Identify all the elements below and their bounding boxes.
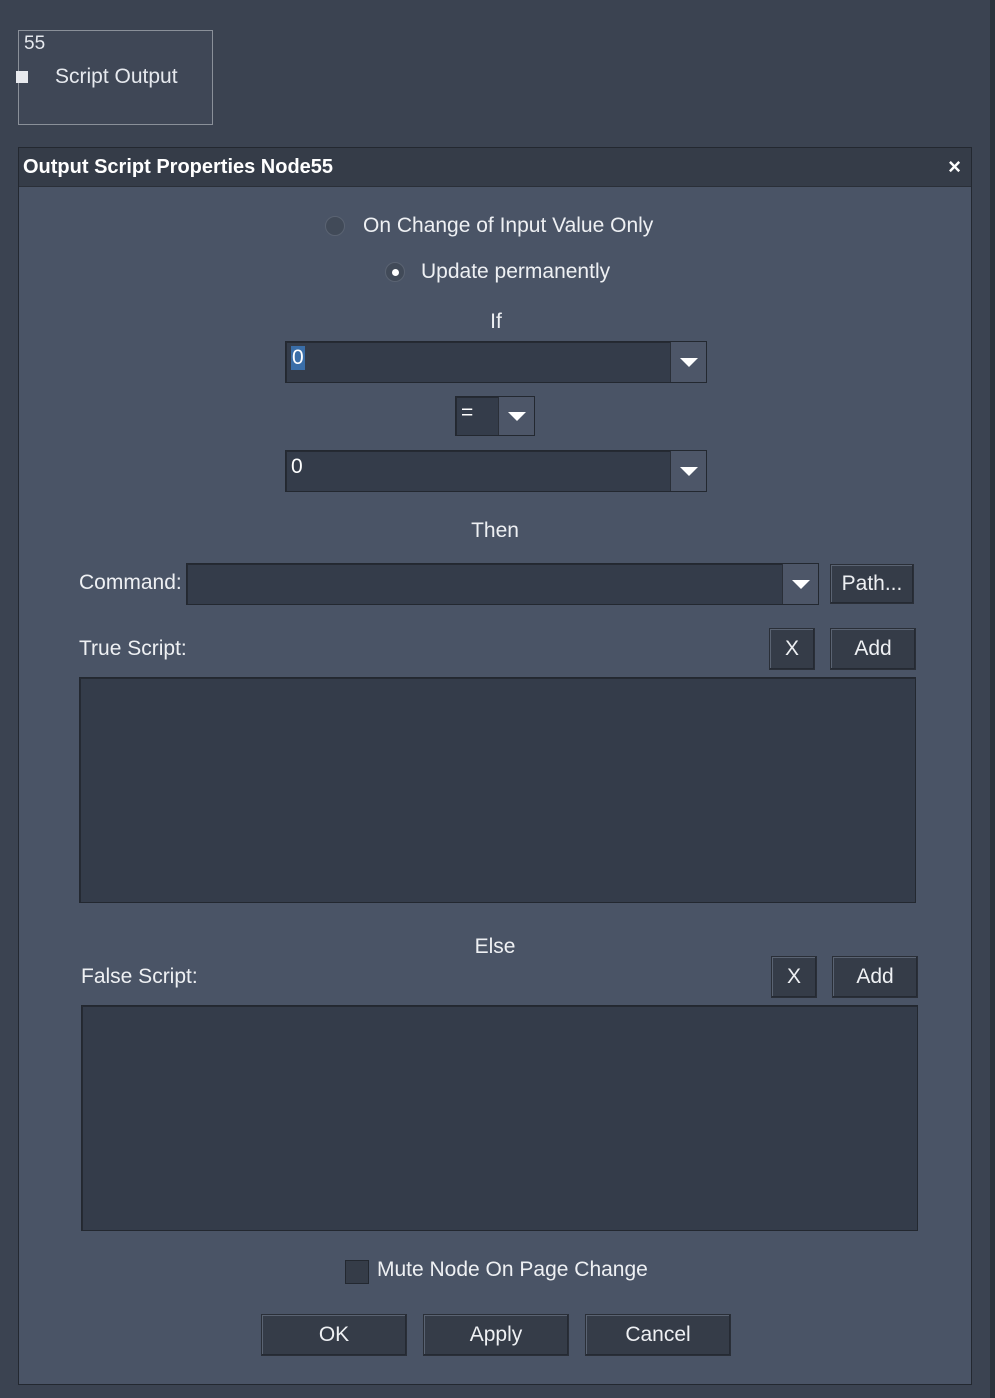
radio-on-change-label[interactable]: On Change of Input Value Only (363, 214, 653, 238)
chevron-down-icon[interactable] (670, 451, 706, 491)
if-label: If (490, 310, 502, 333)
dialog-title: Output Script Properties Node55 (23, 156, 334, 178)
operator-combo[interactable]: = (455, 396, 535, 436)
operator-value[interactable]: = (461, 401, 473, 425)
else-label: Else (474, 935, 516, 958)
close-icon[interactable]: × (948, 154, 961, 180)
true-script-textarea[interactable] (79, 677, 916, 903)
radio-update-permanently-label[interactable]: Update permanently (421, 260, 610, 284)
chevron-down-icon[interactable] (782, 564, 818, 604)
window-edge (990, 0, 995, 1398)
true-script-add-button[interactable]: Add (830, 628, 916, 670)
command-combo[interactable] (186, 563, 819, 605)
path-button[interactable]: Path... (830, 564, 914, 604)
radio-update-permanently[interactable] (385, 262, 405, 282)
true-script-label: True Script: (79, 637, 187, 660)
apply-button[interactable]: Apply (423, 1314, 569, 1356)
false-script-add-button[interactable]: Add (832, 956, 918, 998)
node-label: Script Output (55, 65, 178, 88)
mute-node-checkbox[interactable] (345, 1260, 369, 1284)
then-label: Then (471, 519, 519, 542)
node-id: 55 (24, 33, 46, 54)
ok-button[interactable]: OK (261, 1314, 407, 1356)
condition-right-value[interactable]: 0 (291, 455, 303, 479)
script-output-node[interactable]: 55 Script Output (16, 30, 213, 125)
chevron-down-icon[interactable] (670, 342, 706, 382)
false-script-label: False Script: (81, 965, 198, 988)
dialog-titlebar[interactable]: Output Script Properties Node55 × (19, 148, 971, 187)
false-script-clear-button[interactable]: X (771, 956, 817, 998)
false-script-textarea[interactable] (81, 1005, 918, 1231)
output-script-properties-dialog: Output Script Properties Node55 × On Cha… (18, 147, 972, 1385)
radio-on-change[interactable] (325, 216, 345, 236)
condition-left-value[interactable]: 0 (291, 346, 305, 370)
cancel-button[interactable]: Cancel (585, 1314, 731, 1356)
true-script-clear-button[interactable]: X (769, 628, 815, 670)
chevron-down-icon[interactable] (498, 397, 534, 435)
condition-right-combo[interactable]: 0 (285, 450, 707, 492)
mute-node-label[interactable]: Mute Node On Page Change (377, 1258, 648, 1282)
condition-left-combo[interactable]: 0 (285, 341, 707, 383)
command-label: Command: (79, 571, 182, 594)
port-icon[interactable] (16, 71, 28, 83)
